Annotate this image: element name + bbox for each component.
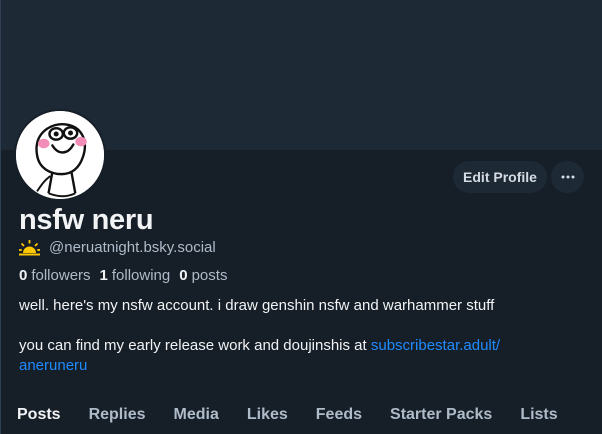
bio-text: you can find my early release work and d…	[19, 337, 371, 354]
posts-stat: 0 posts	[179, 267, 227, 284]
tab-starter-packs[interactable]: Starter Packs	[390, 397, 492, 434]
tab-replies[interactable]: Replies	[89, 397, 146, 434]
following-count: 1	[99, 267, 108, 284]
tab-lists[interactable]: Lists	[520, 397, 557, 434]
tab-posts[interactable]: Posts	[17, 397, 61, 434]
handle-row: @neruatnight.bsky.social	[19, 239, 216, 256]
profile-avatar[interactable]	[14, 109, 106, 201]
profile-stats: 0 followers 1 following 0 posts	[19, 267, 227, 284]
tab-feeds[interactable]: Feeds	[316, 397, 362, 434]
following-label: following	[111, 267, 171, 284]
edit-profile-button[interactable]: Edit Profile	[453, 161, 547, 193]
followers-stat[interactable]: 0 followers	[19, 267, 91, 284]
tab-likes[interactable]: Likes	[247, 397, 288, 434]
bio-line: you can find my early release work and d…	[19, 336, 579, 376]
profile-bio: well. here's my nsfw account. i draw gen…	[19, 296, 579, 396]
following-stat[interactable]: 1 following	[100, 267, 171, 284]
left-divider	[0, 0, 1, 434]
bio-link-part: aneruneru	[19, 357, 88, 374]
posts-label: posts	[191, 267, 228, 284]
profile-tabs: Posts Replies Media Likes Feeds Starter …	[0, 397, 602, 434]
followers-label: followers	[31, 267, 91, 284]
bio-line: well. here's my nsfw account. i draw gen…	[19, 297, 495, 314]
display-name: nsfw neru	[19, 204, 154, 236]
cartoon-face-icon	[16, 111, 104, 199]
ellipsis-icon	[561, 175, 574, 179]
sun-icon	[19, 239, 40, 255]
profile-handle: @neruatnight.bsky.social	[49, 239, 216, 256]
followers-count: 0	[19, 267, 28, 284]
tab-media[interactable]: Media	[174, 397, 219, 434]
more-options-button[interactable]	[551, 161, 584, 193]
bio-link-part: subscribestar.adult/	[370, 337, 501, 354]
posts-count: 0	[179, 267, 188, 284]
